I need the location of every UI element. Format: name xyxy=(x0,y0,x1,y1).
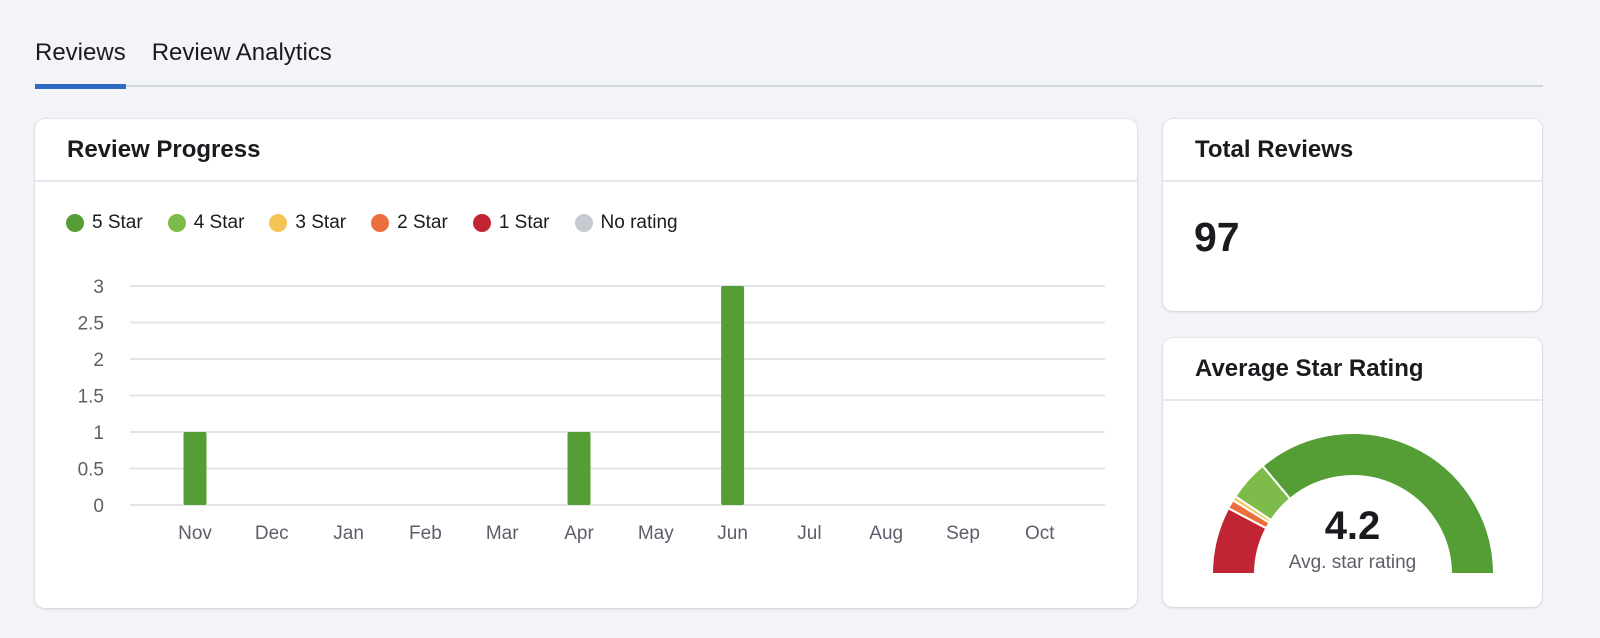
x-tick-label: Sep xyxy=(946,523,980,544)
y-tick-label: 1.5 xyxy=(78,387,104,408)
tab-reviews[interactable]: Reviews xyxy=(35,36,126,89)
x-tick-label: Jul xyxy=(797,523,821,544)
x-tick-label: Jan xyxy=(333,523,364,544)
tab-bar: Reviews Review Analytics xyxy=(35,36,1543,89)
total-reviews-card: Total Reviews 97 xyxy=(1163,119,1542,311)
total-reviews-title: Total Reviews xyxy=(1163,119,1542,182)
x-tick-label: Feb xyxy=(409,523,442,544)
tab-review-analytics[interactable]: Review Analytics xyxy=(152,36,332,87)
review-progress-chart: 0 0.5 1 1.5 2 2.5 3 Nov Dec Jan Feb Mar Apr May Jun Jul… xyxy=(78,277,1105,544)
y-tick-label: 0.5 xyxy=(78,460,104,481)
y-tick-label: 2.5 xyxy=(78,314,104,335)
bar-5-star-nov xyxy=(183,432,207,505)
bar-5-star-apr xyxy=(567,432,591,505)
average-rating-value: 4.2 xyxy=(1324,504,1381,548)
y-tick-label: 0 xyxy=(93,496,104,517)
review-progress-card: Review Progress 5 Star 4 Star 3 Star 2 Star… xyxy=(35,119,1137,608)
average-rating-label: Avg. star rating xyxy=(1288,552,1417,573)
x-tick-label: Aug xyxy=(869,523,903,544)
x-tick-label: Nov xyxy=(178,523,212,544)
total-reviews-value: 97 xyxy=(1194,214,1240,260)
x-tick-label: Mar xyxy=(486,523,519,544)
x-tick-label: May xyxy=(638,523,674,544)
y-tick-label: 3 xyxy=(93,277,104,298)
x-tick-label: Jun xyxy=(717,523,748,544)
x-tick-label: Apr xyxy=(564,523,594,544)
average-star-rating-card: Average Star Rating 4.2 Avg. star rating xyxy=(1163,338,1542,607)
x-tick-label: Oct xyxy=(1025,523,1055,544)
bar-5-star-jun xyxy=(721,286,745,505)
x-tick-label: Dec xyxy=(255,523,289,544)
y-tick-label: 1 xyxy=(93,423,104,444)
y-tick-label: 2 xyxy=(93,350,104,371)
